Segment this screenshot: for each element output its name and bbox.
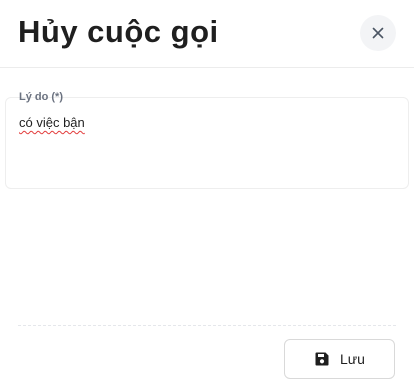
footer-divider [18, 325, 396, 326]
save-button-label: Lưu [340, 351, 365, 367]
cancel-call-dialog: Hủy cuộc gọi có việc bận Lý do (*) Lưu [0, 0, 414, 392]
reason-textarea[interactable]: có việc bận [5, 97, 409, 189]
reason-value: có việc bận [19, 115, 85, 130]
save-icon [314, 351, 330, 367]
dialog-title: Hủy cuộc gọi [18, 14, 219, 49]
dialog-header: Hủy cuộc gọi [0, 0, 414, 68]
reason-label: Lý do (*) [19, 91, 63, 103]
close-icon [372, 27, 384, 39]
close-button[interactable] [360, 15, 396, 51]
save-button[interactable]: Lưu [284, 339, 395, 379]
